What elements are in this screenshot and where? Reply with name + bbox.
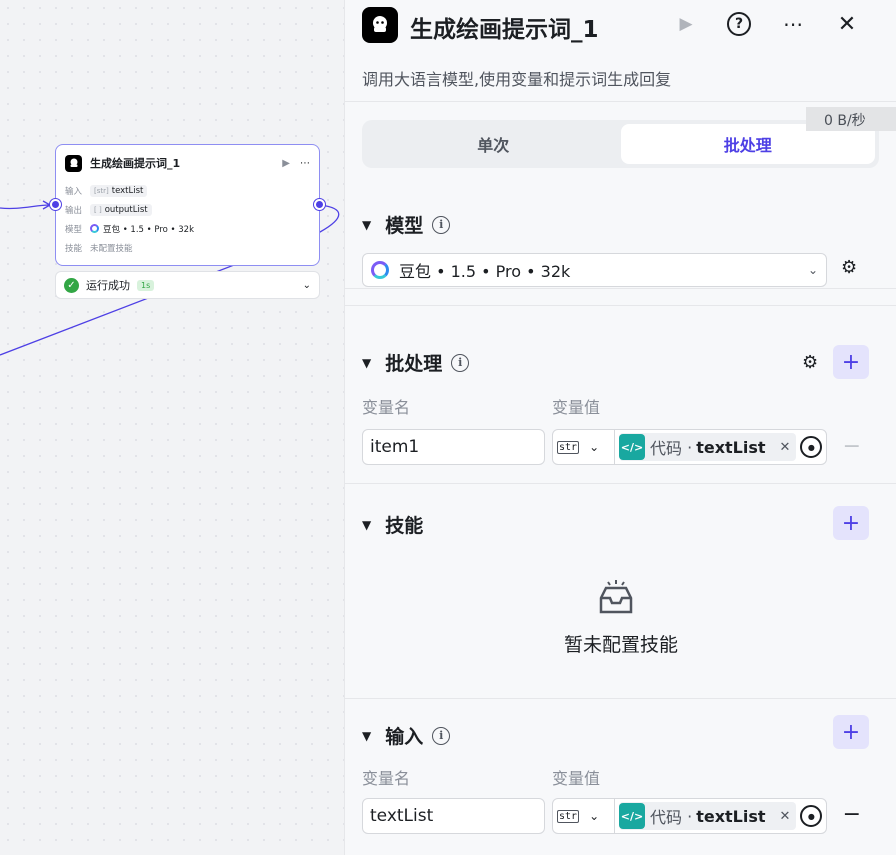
batch-name-input[interactable]: item1	[362, 429, 545, 465]
value-label: 变量值	[552, 398, 601, 417]
panel-description: 调用大语言模型,使用变量和提示词生成回复	[362, 70, 672, 89]
str-type-icon: str	[557, 809, 580, 823]
input-tag: [str] textList	[90, 184, 148, 197]
empty-skills-text: 暂未配置技能	[563, 634, 678, 656]
close-icon[interactable]: ✕	[833, 10, 861, 38]
chevron-down-icon: ⌄	[589, 809, 600, 823]
logo-icon	[65, 154, 82, 172]
name-label: 变量名	[362, 398, 411, 417]
add-skill-button[interactable]: +	[833, 506, 869, 540]
minus-icon[interactable]: −	[843, 802, 861, 827]
add-input-button[interactable]: +	[833, 715, 869, 749]
node-row-model: 模型 豆包 • 1.5 • Pro • 32k	[65, 224, 194, 235]
minus-icon[interactable]: −	[843, 434, 861, 459]
section-title: 模型	[385, 215, 424, 237]
chevron-down-icon[interactable]: ▼	[362, 356, 371, 370]
output-tag: [ ] outputList	[90, 203, 152, 216]
node-row-output: 输出 [ ] outputList	[56, 200, 319, 219]
help-icon[interactable]: ?	[725, 10, 753, 38]
section-title: 技能	[385, 515, 424, 537]
remove-ref-icon[interactable]: ✕	[780, 440, 791, 455]
panel-header: 生成绘画提示词_1 ▶ ? ⋯ ✕ 调用大语言模型,使用变量和提示词生成回复	[345, 0, 896, 102]
edge-lines	[0, 200, 340, 356]
code-icon: </>	[619, 803, 645, 829]
node-config-panel: 生成绘画提示词_1 ▶ ? ⋯ ✕ 调用大语言模型,使用变量和提示词生成回复 0…	[344, 0, 896, 855]
name-label: 变量名	[362, 769, 411, 788]
type-select[interactable]: str ⌄	[553, 430, 615, 464]
model-select[interactable]: 豆包 • 1.5 • Pro • 32k ⌄	[362, 253, 827, 287]
gear-icon[interactable]: ⚙	[841, 257, 857, 278]
variable-icon[interactable]: ●	[800, 436, 823, 458]
panel-title[interactable]: 生成绘画提示词_1	[410, 10, 599, 44]
more-icon[interactable]: ⋯	[300, 158, 310, 169]
batch-section: ▼ 批处理 i ⚙ + 变量名 变量值 item1 str ⌄ </> 代码 ·…	[345, 306, 896, 484]
doubao-icon	[371, 261, 389, 279]
mode-tabs: 单次 批处理	[362, 120, 879, 168]
chevron-down-icon[interactable]: ▼	[362, 729, 371, 743]
reference-chip[interactable]: </> 代码 · textList ✕	[619, 802, 797, 830]
info-icon[interactable]: i	[451, 353, 470, 372]
section-title: 输入	[385, 726, 424, 748]
doubao-icon	[90, 224, 99, 233]
model-section: ▼ 模型 i	[345, 187, 896, 306]
llm-node-card[interactable]: 生成绘画提示词_1 ▶ ⋯ 输入 [str] textList 输出 [ ] out…	[55, 144, 320, 266]
input-name-field[interactable]: textList	[362, 798, 545, 834]
node-row-skills: 技能 未配置技能	[65, 243, 133, 254]
remove-ref-icon[interactable]: ✕	[780, 809, 791, 824]
variable-icon[interactable]: ●	[800, 805, 823, 827]
info-icon[interactable]: i	[432, 726, 451, 745]
chevron-down-icon[interactable]: ▼	[362, 518, 371, 532]
value-label: 变量值	[552, 769, 601, 788]
chevron-down-icon[interactable]: ⌄	[303, 280, 311, 291]
info-icon[interactable]: i	[432, 215, 451, 234]
workflow-canvas[interactable]: 生成绘画提示词_1 ▶ ⋯ 输入 [str] textList 输出 [ ] out…	[0, 0, 344, 855]
section-title: 批处理	[385, 353, 443, 375]
time-badge: 1s	[137, 279, 155, 291]
code-icon: </>	[619, 434, 645, 460]
speed-indicator: 0 B/秒	[806, 107, 896, 131]
input-section: ▼ 输入 i + 变量名 变量值 textList str ⌄ </> 代码 ·…	[345, 699, 896, 855]
chevron-down-icon: ⌄	[589, 440, 600, 454]
logo-icon	[362, 7, 398, 43]
output-port[interactable]	[314, 199, 325, 210]
chevron-down-icon[interactable]: ▼	[362, 218, 371, 232]
play-icon[interactable]: ▶	[282, 158, 290, 169]
batch-value-input[interactable]: str ⌄ </> 代码 · textList ✕ ●	[552, 429, 827, 465]
run-status-bar[interactable]: ✓ 运行成功 1s ⌄	[55, 271, 320, 299]
input-value-field[interactable]: str ⌄ </> 代码 · textList ✕ ●	[552, 798, 827, 834]
reference-chip[interactable]: </> 代码 · textList ✕	[619, 433, 797, 461]
inbox-icon	[595, 578, 637, 628]
type-select[interactable]: str ⌄	[553, 799, 615, 833]
more-icon[interactable]: ⋯	[779, 10, 807, 38]
str-type-icon: str	[557, 440, 580, 454]
gear-icon[interactable]: ⚙	[802, 352, 818, 373]
node-title: 生成绘画提示词_1	[90, 157, 181, 170]
node-row-input: 输入 [str] textList	[56, 181, 319, 200]
chevron-down-icon: ⌄	[807, 263, 818, 277]
play-icon[interactable]: ▶	[672, 10, 700, 38]
add-batch-button[interactable]: +	[833, 345, 869, 379]
input-port[interactable]	[50, 199, 61, 210]
tab-single[interactable]: 单次	[366, 124, 621, 164]
check-circle-icon: ✓	[64, 277, 79, 293]
